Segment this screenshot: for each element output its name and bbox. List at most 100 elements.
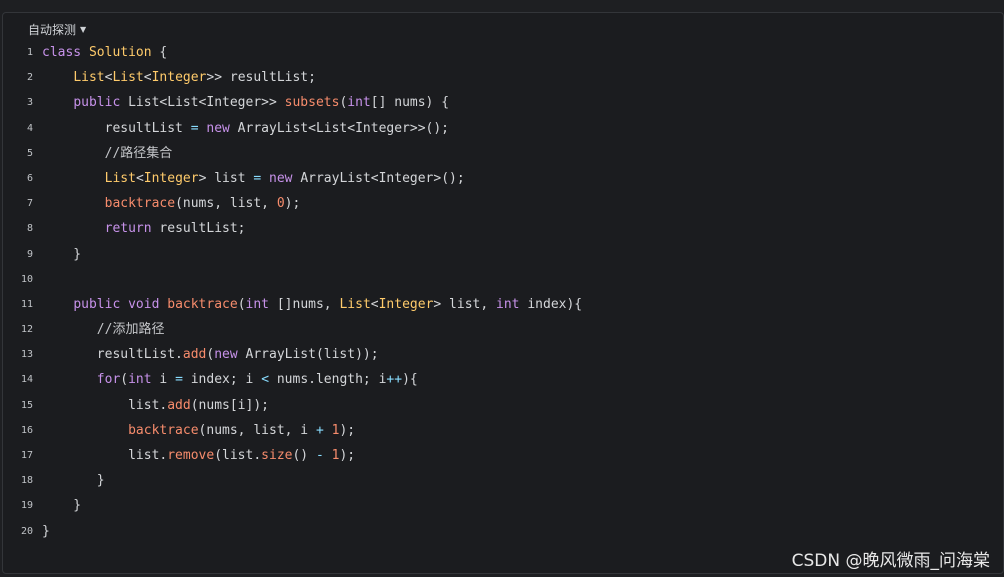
code-text: //添加路径 (42, 317, 165, 342)
code-text: resultList = new ArrayList<List<Integer>… (42, 116, 449, 141)
code-token: i (151, 372, 176, 388)
code-token: backtrace (104, 196, 176, 212)
code-token: ); (284, 196, 301, 212)
code-token: ArrayList(list)); (237, 347, 379, 363)
code-token: list. (42, 397, 168, 413)
code-token: (nums, list, i (198, 422, 316, 438)
code-token: ArrayList<Integer>(); (292, 170, 465, 186)
code-token: subsets (284, 95, 340, 111)
code-token: = (190, 120, 199, 136)
code-token: } (42, 523, 50, 539)
code-token: void (128, 296, 160, 312)
code-token: resultList; (151, 221, 246, 237)
code-token: remove (167, 448, 215, 463)
line-number: 6 (26, 172, 33, 184)
code-token: List (104, 170, 136, 186)
code-token: [] nums) { (370, 95, 450, 111)
code-token: add (167, 397, 191, 413)
line-number: 7 (26, 198, 33, 210)
code-text: List<Integer> list = new ArrayList<Integ… (42, 166, 465, 191)
code-token: > list, (433, 296, 497, 312)
code-token: resultList (42, 120, 191, 136)
code-token: < (370, 296, 379, 312)
language-label: 自动探测 (28, 23, 77, 37)
code-token: new (214, 347, 238, 363)
line-number: 9 (26, 248, 33, 260)
code-token: int (245, 296, 270, 312)
code-token: //路径集合 (42, 145, 173, 161)
code-token: < (135, 170, 144, 186)
code-text: resultList.add(new ArrayList(list)); (42, 342, 379, 367)
code-text: } (42, 242, 81, 267)
line-number: 1 (26, 47, 33, 58)
line-number: 2 (26, 72, 33, 84)
code-token: List<List<Integer>> (120, 95, 285, 111)
line-number: 13 (20, 349, 33, 361)
code-token: ( (237, 296, 246, 312)
code-token: backtrace (128, 422, 199, 438)
code-token: for (96, 372, 121, 388)
code-token: ){ (402, 372, 418, 388)
code-text: } (42, 519, 50, 544)
code-text: public List<List<Integer>> subsets(int[]… (42, 90, 449, 115)
code-token: Solution (88, 45, 152, 60)
code-token: size (261, 448, 293, 463)
code-token: new (206, 120, 230, 136)
code-text: class Solution { (42, 40, 167, 65)
code-token: () (292, 448, 316, 463)
language-dropdown[interactable]: 自动探测 ▼ (28, 21, 86, 38)
line-number: 19 (20, 500, 33, 512)
line-number: 20 (20, 525, 33, 537)
code-token: { (151, 45, 168, 60)
code-token: = (253, 170, 262, 186)
code-token: - (315, 448, 324, 463)
code-token: } (42, 246, 82, 262)
code-token: (nums, list, (175, 196, 277, 212)
line-number: 17 (20, 450, 33, 461)
line-number: 5 (26, 147, 33, 159)
code-text: //路径集合 (42, 141, 173, 166)
code-text: } (42, 468, 105, 493)
code-token: List (73, 70, 105, 86)
line-number: 16 (20, 424, 33, 436)
code-token: = (175, 372, 183, 388)
code-token: new (269, 170, 293, 186)
code-token: return (104, 221, 152, 237)
code-token: 0 (276, 196, 285, 212)
code-text: public void backtrace(int []nums, List<I… (42, 292, 582, 317)
code-text: for(int i = index; i < nums.length; i++)… (42, 367, 418, 392)
code-text: return resultList; (42, 216, 246, 241)
code-token: Integer (378, 296, 434, 312)
line-number: 4 (26, 122, 33, 134)
watermark: CSDN @晚风微雨_问海棠 (791, 551, 990, 571)
code-token: //添加路径 (42, 322, 165, 338)
code-token: List (112, 70, 144, 86)
code-token: ); (339, 422, 356, 438)
code-token: } (42, 473, 105, 489)
code-token: > list (198, 170, 254, 186)
code-token: ( (120, 372, 129, 388)
line-number: 10 (20, 273, 33, 285)
line-number: 15 (20, 399, 33, 411)
code-token: index){ (519, 296, 583, 312)
line-number: 18 (20, 475, 33, 487)
code-block: 自动探测 ▼ 1 class Solution {2 List<List<Inte… (2, 12, 1004, 574)
line-number: 12 (20, 324, 33, 336)
code-token: index; i (182, 372, 262, 388)
code-token: ++ (386, 372, 403, 388)
code-token: list. (42, 448, 168, 463)
code-token: Integer (151, 70, 207, 86)
code-token: (nums[i]); (190, 397, 269, 413)
code-token: + (315, 422, 324, 438)
code-text: list.remove(list.size() - 1); (42, 443, 355, 468)
